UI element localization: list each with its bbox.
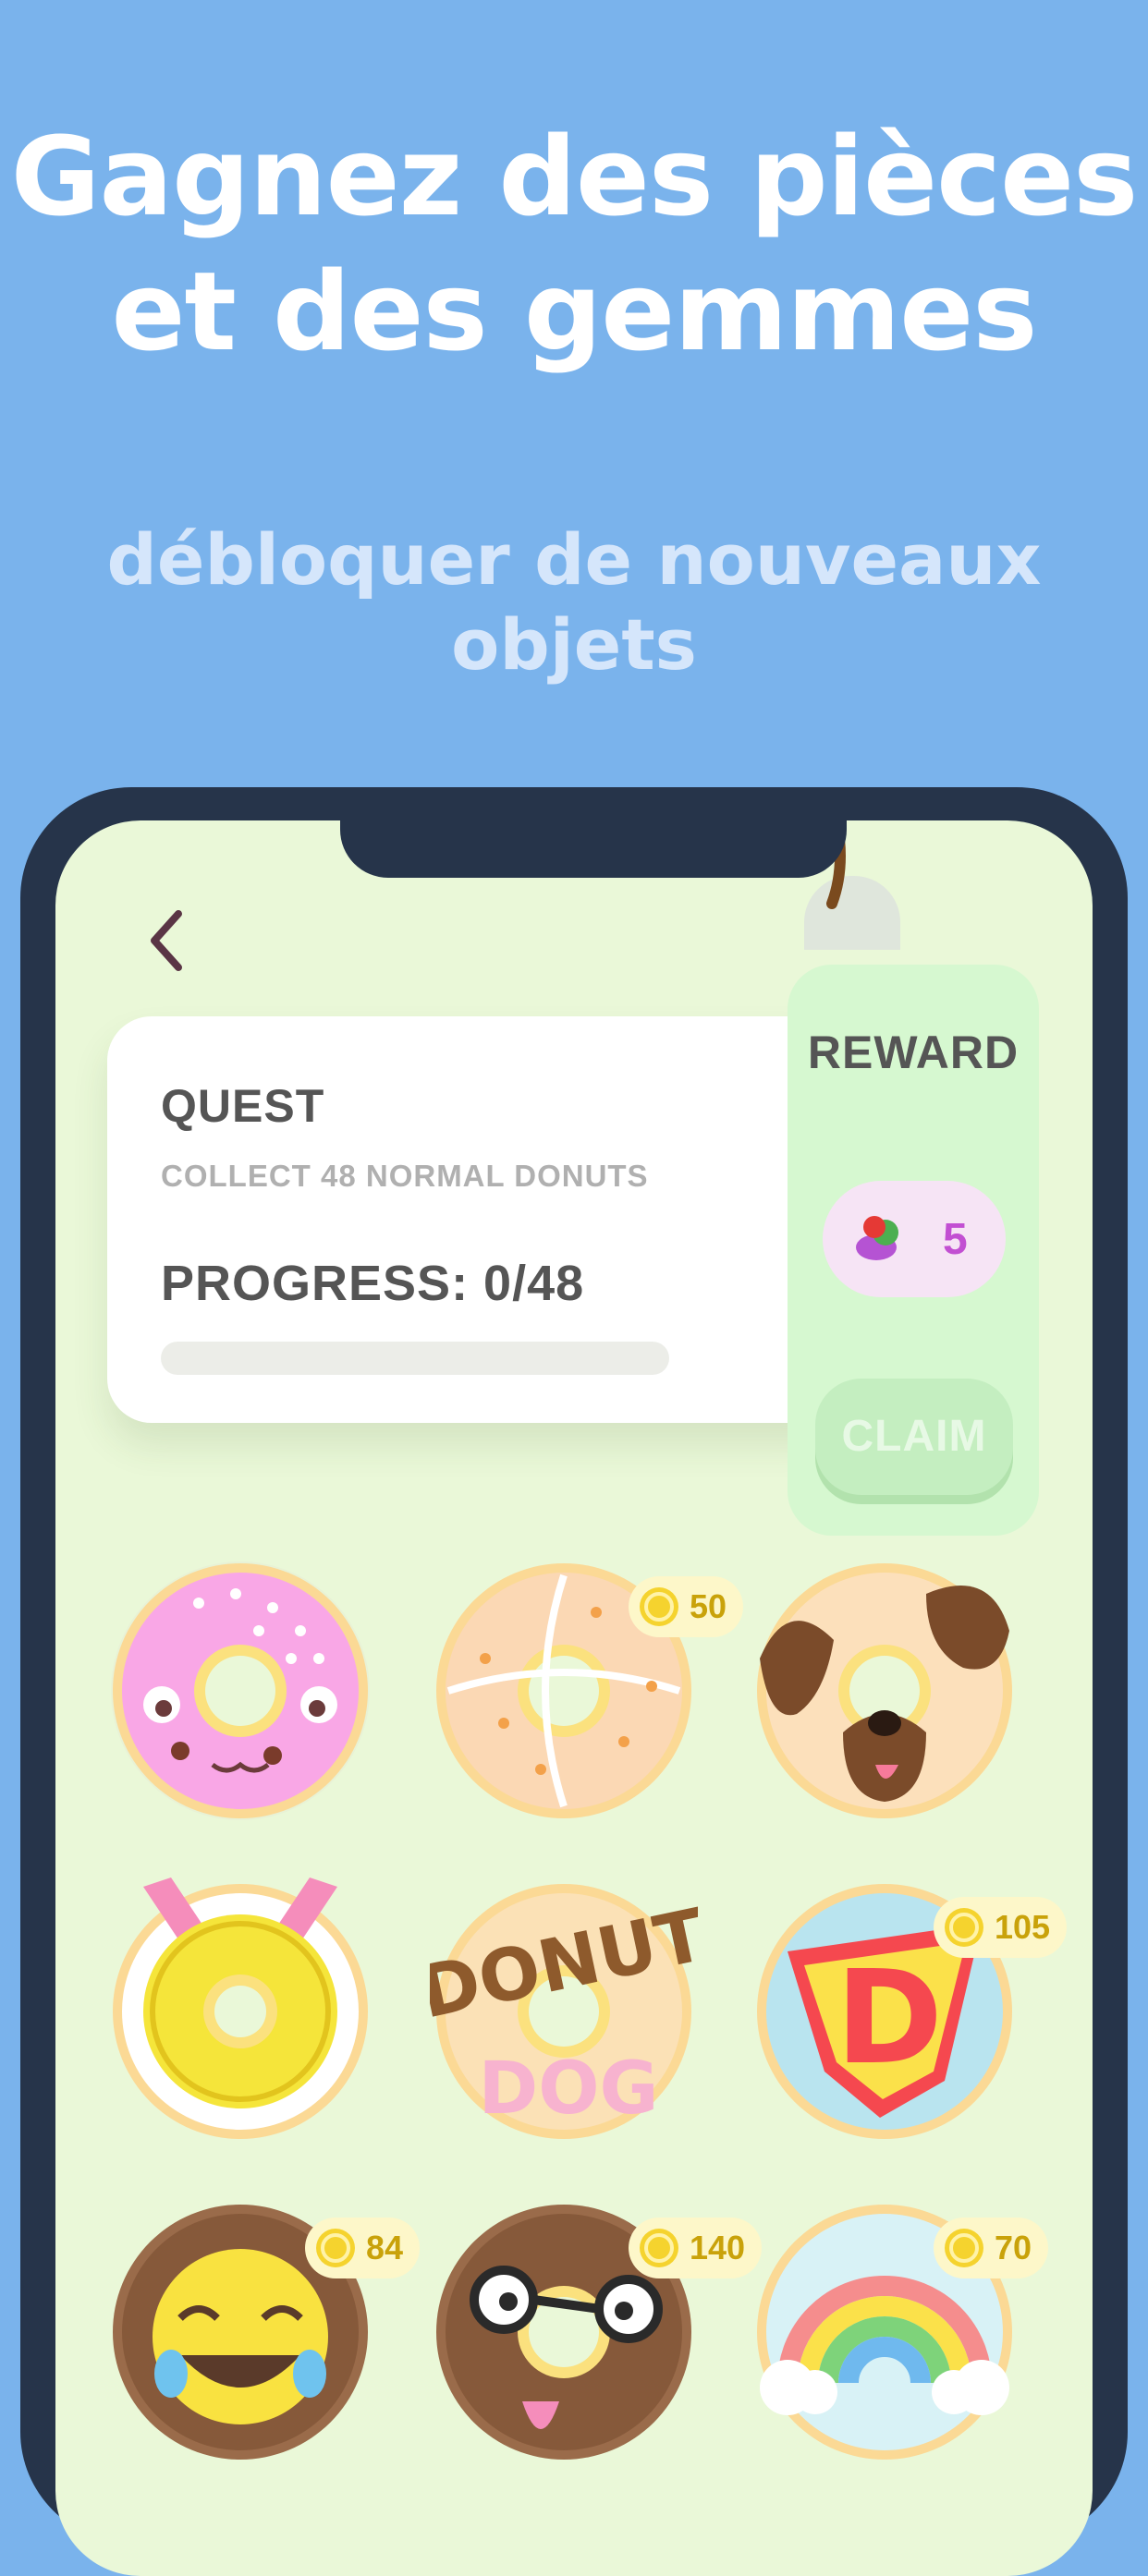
app-screen: 50 DONUT DOG D 105 84 140 70 QUEST COLLE…: [55, 820, 1093, 2576]
phone-frame: 50 DONUT DOG D 105 84 140 70 QUEST COLLE…: [20, 787, 1128, 2576]
price-badge: 105: [934, 1897, 1068, 1958]
quest-progress-label: PROGRESS: 0/48: [161, 1256, 585, 1311]
price-value: 84: [366, 2229, 404, 2266]
gold-coin-icon: [945, 1908, 983, 1947]
reward-panel: REWARD 5 CLAIM: [788, 965, 1039, 1536]
gold-coin-icon: [945, 2229, 983, 2267]
quest-card: QUEST COLLECT 48 NORMAL DONUTS PROGRESS:…: [107, 1016, 847, 1423]
pug-donut[interactable]: [751, 1557, 1019, 1825]
gold-coin-icon: [640, 2229, 678, 2267]
bunny-donut[interactable]: [106, 1557, 374, 1825]
price-value: 50: [690, 1587, 727, 1625]
quest-description: COLLECT 48 NORMAL DONUTS: [161, 1159, 649, 1193]
svg-text:D: D: [836, 1943, 943, 2094]
reward-amount: 5: [943, 1215, 968, 1264]
reward-tag-hanger: [804, 876, 900, 950]
donut-dog-donut[interactable]: DONUT DOG: [430, 1877, 698, 2145]
page-headline: Gagnez des pièces et des gemmes: [10, 113, 1139, 375]
price-badge: 70: [934, 2218, 1049, 2278]
price-value: 70: [995, 2229, 1032, 2266]
price-badge: 140: [629, 2218, 763, 2278]
price-value: 140: [690, 2229, 746, 2266]
phone-notch: [340, 820, 847, 878]
claim-button[interactable]: CLAIM: [815, 1379, 1013, 1495]
gold-coin-medal-donut[interactable]: [106, 1877, 374, 2145]
price-badge: 50: [629, 1576, 744, 1637]
reward-title: REWARD: [807, 1027, 1020, 1078]
gold-coin-icon: [640, 1587, 678, 1626]
quest-title: QUEST: [161, 1080, 325, 1132]
page-subheadline: débloquer de nouveaux objets: [106, 518, 1042, 686]
back-button[interactable]: [129, 904, 203, 978]
reward-amount-pill: 5: [823, 1181, 1006, 1297]
chevron-left-icon: [151, 910, 182, 971]
svg-text:DOG: DOG: [478, 2047, 658, 2131]
price-badge: 84: [305, 2218, 421, 2278]
gold-coin-icon: [316, 2229, 355, 2267]
price-value: 105: [995, 1908, 1051, 1946]
gems-icon: [856, 1216, 898, 1260]
quest-progress-bar: [161, 1342, 669, 1375]
